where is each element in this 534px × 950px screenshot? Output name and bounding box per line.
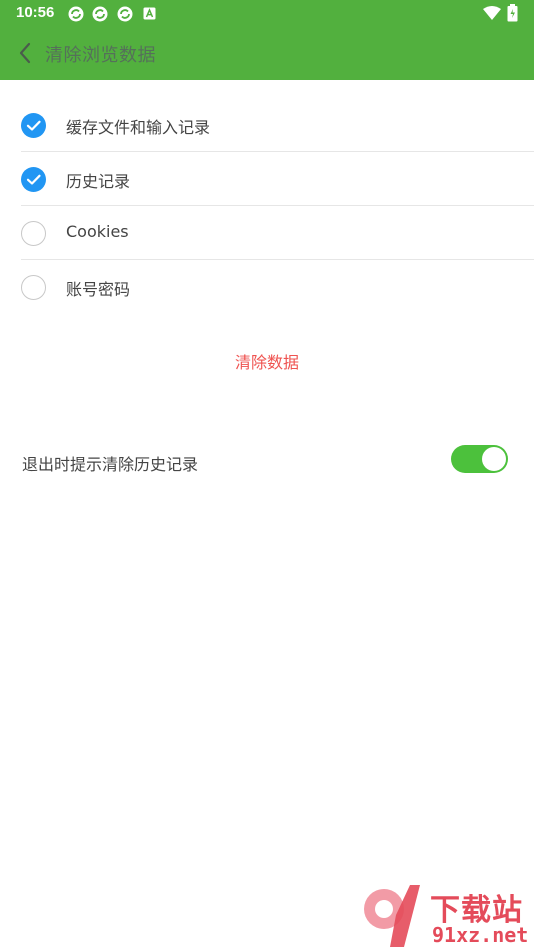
exit-prompt-setting: 退出时提示清除历史记录: [0, 440, 534, 484]
toolbar: 清除浏览数据: [0, 27, 534, 80]
checkbox-checked[interactable]: [21, 167, 46, 192]
app-header: 10:56 清除浏览数据: [0, 0, 534, 80]
sync-icon: [68, 6, 84, 22]
clear-options-list: 缓存文件和输入记录 历史记录 Cookies 账号密码: [0, 98, 534, 314]
option-label: 历史记录: [66, 172, 131, 191]
checkbox-checked[interactable]: [21, 113, 46, 138]
option-label: 账号密码: [66, 280, 131, 299]
status-time: 10:56: [16, 4, 55, 21]
sync-icon: [117, 6, 133, 22]
setting-label: 退出时提示清除历史记录: [22, 455, 199, 474]
sync-icon: [92, 6, 108, 22]
checkbox-unchecked[interactable]: [21, 221, 46, 246]
chevron-left-icon: [19, 42, 31, 64]
a-icon: [143, 7, 156, 20]
exit-prompt-toggle[interactable]: [451, 445, 508, 473]
option-label: Cookies: [66, 222, 129, 241]
option-cache-and-input[interactable]: 缓存文件和输入记录: [21, 98, 534, 152]
battery-icon: [507, 4, 518, 22]
option-cookies[interactable]: Cookies: [21, 206, 534, 260]
page-title: 清除浏览数据: [45, 45, 156, 66]
option-label: 缓存文件和输入记录: [66, 118, 211, 137]
check-icon: [26, 120, 41, 131]
option-account-passwords[interactable]: 账号密码: [21, 260, 534, 314]
watermark-logo-icon: [364, 885, 420, 947]
toggle-knob: [482, 447, 506, 471]
watermark-url: 91xz.net: [432, 923, 529, 947]
wifi-icon: [483, 6, 501, 20]
watermark: 下载站 91xz.net: [360, 885, 534, 950]
checkbox-unchecked[interactable]: [21, 275, 46, 300]
option-history[interactable]: 历史记录: [21, 152, 534, 206]
check-icon: [26, 174, 41, 185]
back-button[interactable]: [8, 35, 42, 71]
clear-data-button[interactable]: 清除数据: [0, 348, 534, 378]
status-bar: 10:56: [0, 0, 534, 27]
